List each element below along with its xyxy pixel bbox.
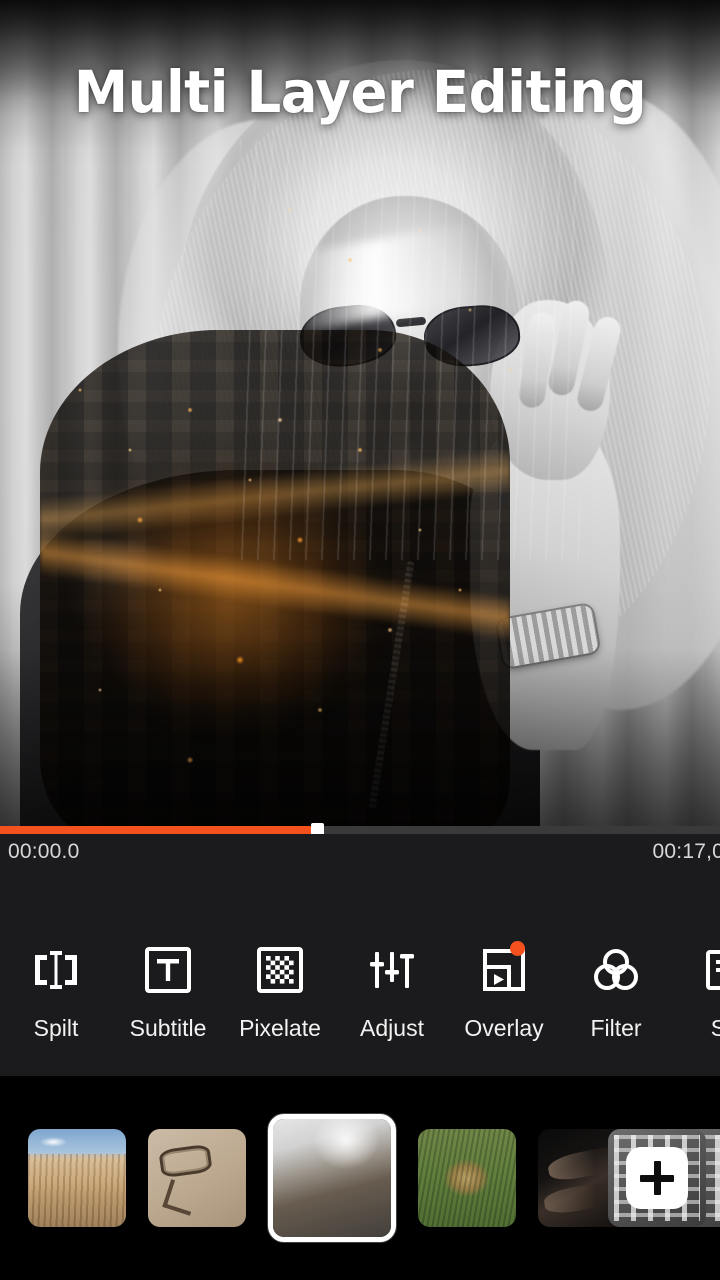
adjust-icon <box>365 943 419 997</box>
split-icon <box>29 943 83 997</box>
overlay-icon <box>477 940 531 997</box>
playback-progress-bar[interactable] <box>0 823 720 843</box>
clip-glasses[interactable] <box>148 1129 246 1227</box>
filter-icon <box>589 943 643 997</box>
tool-label: Adjust <box>360 1014 424 1041</box>
subtitle-icon <box>141 943 195 997</box>
tool-pixelate[interactable]: Pixelate <box>224 939 336 1042</box>
time-indicator-bar: 00:00.0 00:17,0 <box>0 834 720 904</box>
video-editor-screen: Multi Layer Editing 00:00.0 00:17,0 Spil… <box>0 0 720 1280</box>
overlay-new-badge <box>510 940 525 956</box>
page-title: Multi Layer Editing <box>73 58 647 126</box>
tool-subtitle[interactable]: Subtitle <box>112 939 224 1042</box>
tool-label: Scr <box>710 1014 720 1041</box>
pixelate-icon <box>253 943 307 997</box>
tool-label: Subtitle <box>129 1014 207 1041</box>
playback-progress-fill <box>0 826 317 834</box>
tool-overlay[interactable]: Overlay <box>448 939 560 1042</box>
clip-model[interactable] <box>268 1114 396 1242</box>
plus-icon[interactable] <box>626 1147 688 1209</box>
light-streaks <box>240 140 580 560</box>
tool-filter[interactable]: Filter <box>560 939 672 1042</box>
tool-screen[interactable]: Scr <box>672 939 720 1042</box>
current-time-label: 00:00.0 <box>8 840 80 863</box>
clip-leopard[interactable] <box>418 1129 516 1227</box>
total-time-label: 00:17,0 <box>652 840 720 863</box>
clip-timeline[interactable] <box>0 1076 720 1280</box>
tool-label: Spilt <box>33 1014 79 1041</box>
tool-label: Filter <box>590 1014 642 1041</box>
editing-toolbar[interactable]: Spilt Subtitle Pixelate Adjust Overlay F… <box>0 904 720 1076</box>
clip-desert[interactable] <box>28 1129 126 1227</box>
tool-label: Pixelate <box>239 1014 321 1041</box>
screen-icon <box>701 943 720 997</box>
tool-adjust[interactable]: Adjust <box>336 939 448 1042</box>
tool-label: Overlay <box>464 1014 544 1041</box>
add-clip-button[interactable] <box>608 1129 706 1227</box>
tool-spilt[interactable]: Spilt <box>0 939 112 1042</box>
